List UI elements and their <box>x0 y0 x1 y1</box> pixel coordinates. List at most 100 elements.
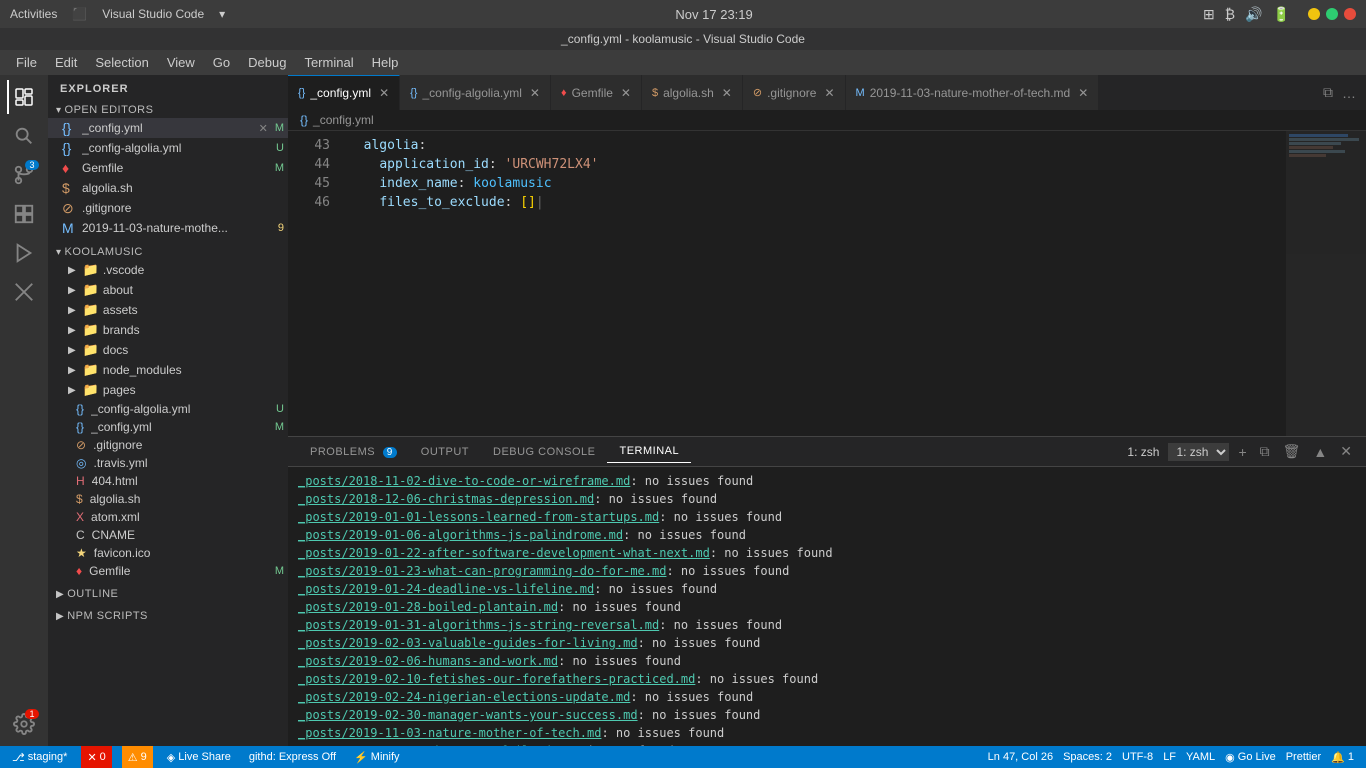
koolamusic-toggle[interactable]: ▾ KOOLAMUSIC <box>48 244 288 260</box>
term-link-7[interactable]: _posts/2019-01-24-deadline-vs-lifeline.m… <box>298 582 594 596</box>
status-live-share[interactable]: ◈ Live Share <box>163 751 235 764</box>
bluetooth-icon[interactable]: ₿ <box>1225 6 1235 22</box>
menu-edit[interactable]: Edit <box>47 53 85 72</box>
folder-docs[interactable]: ▶ 📁 docs <box>48 340 288 360</box>
panel-close-button[interactable]: ✕ <box>1336 441 1356 462</box>
menu-selection[interactable]: Selection <box>87 53 156 72</box>
status-encoding[interactable]: UTF-8 <box>1118 751 1157 764</box>
code-editor[interactable]: algolia: application_id: 'URCWH72LX4' in… <box>338 131 1286 436</box>
status-position[interactable]: Ln 47, Col 26 <box>984 751 1057 764</box>
terminal-select[interactable]: 1: zsh <box>1168 443 1229 461</box>
status-notifications[interactable]: 🔔 1 <box>1327 751 1358 764</box>
tab-algolia-close[interactable]: ✕ <box>530 86 540 100</box>
new-terminal-button[interactable]: + <box>1234 442 1250 462</box>
term-link-9[interactable]: _posts/2019-01-31-algorithms-js-string-r… <box>298 618 659 632</box>
folder-pages[interactable]: ▶ 📁 pages <box>48 380 288 400</box>
open-editor-config-algolia[interactable]: {} _config-algolia.yml U <box>48 138 288 158</box>
search-icon[interactable] <box>7 119 41 153</box>
settings-icon[interactable]: 1 <box>7 707 41 741</box>
status-gitd[interactable]: githd: Express Off <box>245 751 340 763</box>
open-editor-algolia-sh[interactable]: $ algolia.sh <box>48 178 288 198</box>
term-link-11[interactable]: _posts/2019-02-06-humans-and-work.md <box>298 654 558 668</box>
panel-tab-debug-console[interactable]: DEBUG CONSOLE <box>481 441 607 463</box>
tab-config-yml[interactable]: {} _config.yml ✕ <box>288 75 400 110</box>
status-eol[interactable]: LF <box>1159 751 1180 764</box>
term-link-4[interactable]: _posts/2019-01-06-algorithms-js-palindro… <box>298 528 623 542</box>
outline-toggle[interactable]: ▶ OUTLINE <box>48 586 288 602</box>
tab-config-algolia[interactable]: {} _config-algolia.yml ✕ <box>400 75 551 110</box>
term-link-6[interactable]: _posts/2019-01-23-what-can-programming-d… <box>298 564 666 578</box>
battery-icon[interactable]: 🔋 <box>1273 6 1290 23</box>
menu-file[interactable]: File <box>8 53 45 72</box>
term-link-14[interactable]: _posts/2019-02-30-manager-wants-your-suc… <box>298 708 638 722</box>
minimize-button[interactable] <box>1308 8 1320 20</box>
run-icon[interactable] <box>7 236 41 270</box>
terminal-content[interactable]: _posts/2018-11-02-dive-to-code-or-wirefr… <box>288 467 1366 746</box>
volume-icon[interactable]: 🔊 <box>1245 6 1262 23</box>
git-icon[interactable] <box>7 275 41 309</box>
status-errors[interactable]: ✕ 0 <box>81 746 111 768</box>
term-link-8[interactable]: _posts/2019-01-28-boiled-plantain.md <box>298 600 558 614</box>
status-language[interactable]: YAML <box>1182 751 1219 764</box>
split-terminal-button[interactable]: ⧉ <box>1256 441 1274 462</box>
file-config-yml[interactable]: {} _config.yml M <box>48 418 288 436</box>
display-icon[interactable]: ⊞ <box>1203 6 1215 23</box>
term-link-5[interactable]: _posts/2019-01-22-after-software-develop… <box>298 546 710 560</box>
kill-terminal-button[interactable]: 🗑 <box>1279 441 1305 462</box>
term-link-2[interactable]: _posts/2018-12-06-christmas-depression.m… <box>298 492 594 506</box>
file-config-algolia[interactable]: {} _config-algolia.yml U <box>48 400 288 418</box>
open-editor-nature-md[interactable]: M 2019-11-03-nature-mothe... 9 <box>48 218 288 238</box>
term-link-12[interactable]: _posts/2019-02-10-fetishes-our-forefathe… <box>298 672 695 686</box>
close-button[interactable] <box>1344 8 1356 20</box>
term-link-10[interactable]: _posts/2019-02-03-valuable-guides-for-li… <box>298 636 638 650</box>
status-warnings[interactable]: ⚠ 9 <box>122 746 153 768</box>
file-cname[interactable]: C CNAME <box>48 526 288 544</box>
menu-terminal[interactable]: Terminal <box>296 53 361 72</box>
activities-label[interactable]: Activities <box>10 7 57 21</box>
term-link-13[interactable]: _posts/2019-02-24-nigerian-elections-upd… <box>298 690 630 704</box>
file-404[interactable]: H 404.html <box>48 472 288 490</box>
extensions-icon[interactable] <box>7 197 41 231</box>
tab-algolia-sh[interactable]: $ algolia.sh ✕ <box>642 75 743 110</box>
source-control-icon[interactable]: 3 <box>7 158 41 192</box>
close-config-yml-icon[interactable]: ✕ <box>259 122 268 135</box>
tab-nature-md[interactable]: M 2019-11-03-nature-mother-of-tech.md ✕ <box>846 75 1100 110</box>
folder-brands[interactable]: ▶ 📁 brands <box>48 320 288 340</box>
tab-gemfile[interactable]: ♦ Gemfile ✕ <box>551 75 642 110</box>
term-link-3[interactable]: _posts/2019-01-01-lessons-learned-from-s… <box>298 510 659 524</box>
open-editors-toggle[interactable]: ▾ OPEN EDITORS <box>48 102 288 118</box>
file-gemfile[interactable]: ♦ Gemfile M <box>48 562 288 580</box>
status-go-live[interactable]: ◉ Go Live <box>1221 751 1280 764</box>
menu-go[interactable]: Go <box>205 53 238 72</box>
folder-about[interactable]: ▶ 📁 about <box>48 280 288 300</box>
explorer-icon[interactable] <box>7 80 41 114</box>
file-favicon[interactable]: ★ favicon.ico <box>48 544 288 562</box>
file-gitignore[interactable]: ⊘ .gitignore <box>48 436 288 454</box>
term-link-1[interactable]: _posts/2018-11-02-dive-to-code-or-wirefr… <box>298 474 630 488</box>
more-actions-button[interactable]: … <box>1340 83 1358 103</box>
tab-gitignore-close[interactable]: ✕ <box>824 86 834 100</box>
folder-vscode[interactable]: ▶ 📁 .vscode <box>48 260 288 280</box>
status-minify[interactable]: ⚡ Minify <box>350 751 403 764</box>
tab-gitignore[interactable]: ⊘ .gitignore ✕ <box>743 75 846 110</box>
npm-scripts-toggle[interactable]: ▶ NPM SCRIPTS <box>48 608 288 624</box>
file-travis[interactable]: ◎ .travis.yml <box>48 454 288 472</box>
split-editor-button[interactable]: ⧉ <box>1321 82 1335 103</box>
folder-assets[interactable]: ▶ 📁 assets <box>48 300 288 320</box>
tab-nature-close[interactable]: ✕ <box>1078 86 1088 100</box>
file-atom-xml[interactable]: X atom.xml <box>48 508 288 526</box>
tab-algolia-sh-close[interactable]: ✕ <box>722 86 732 100</box>
panel-maximize-button[interactable]: ▲ <box>1309 442 1331 462</box>
term-link-15[interactable]: _posts/2019-11-03-nature-mother-of-tech.… <box>298 726 601 740</box>
term-link-16[interactable]: _posts/2019-11-15-why-teams-fail.md <box>298 744 551 746</box>
menu-help[interactable]: Help <box>364 53 407 72</box>
menu-debug[interactable]: Debug <box>240 53 294 72</box>
open-editor-gitignore[interactable]: ⊘ .gitignore <box>48 198 288 218</box>
status-prettier[interactable]: Prettier <box>1282 751 1325 764</box>
status-spaces[interactable]: Spaces: 2 <box>1059 751 1116 764</box>
open-editor-config-yml[interactable]: {} _config.yml ✕ M <box>48 118 288 138</box>
breadcrumb-label[interactable]: _config.yml <box>313 113 374 127</box>
file-algolia-sh[interactable]: $ algolia.sh <box>48 490 288 508</box>
menu-view[interactable]: View <box>159 53 203 72</box>
folder-node-modules[interactable]: ▶ 📁 node_modules <box>48 360 288 380</box>
